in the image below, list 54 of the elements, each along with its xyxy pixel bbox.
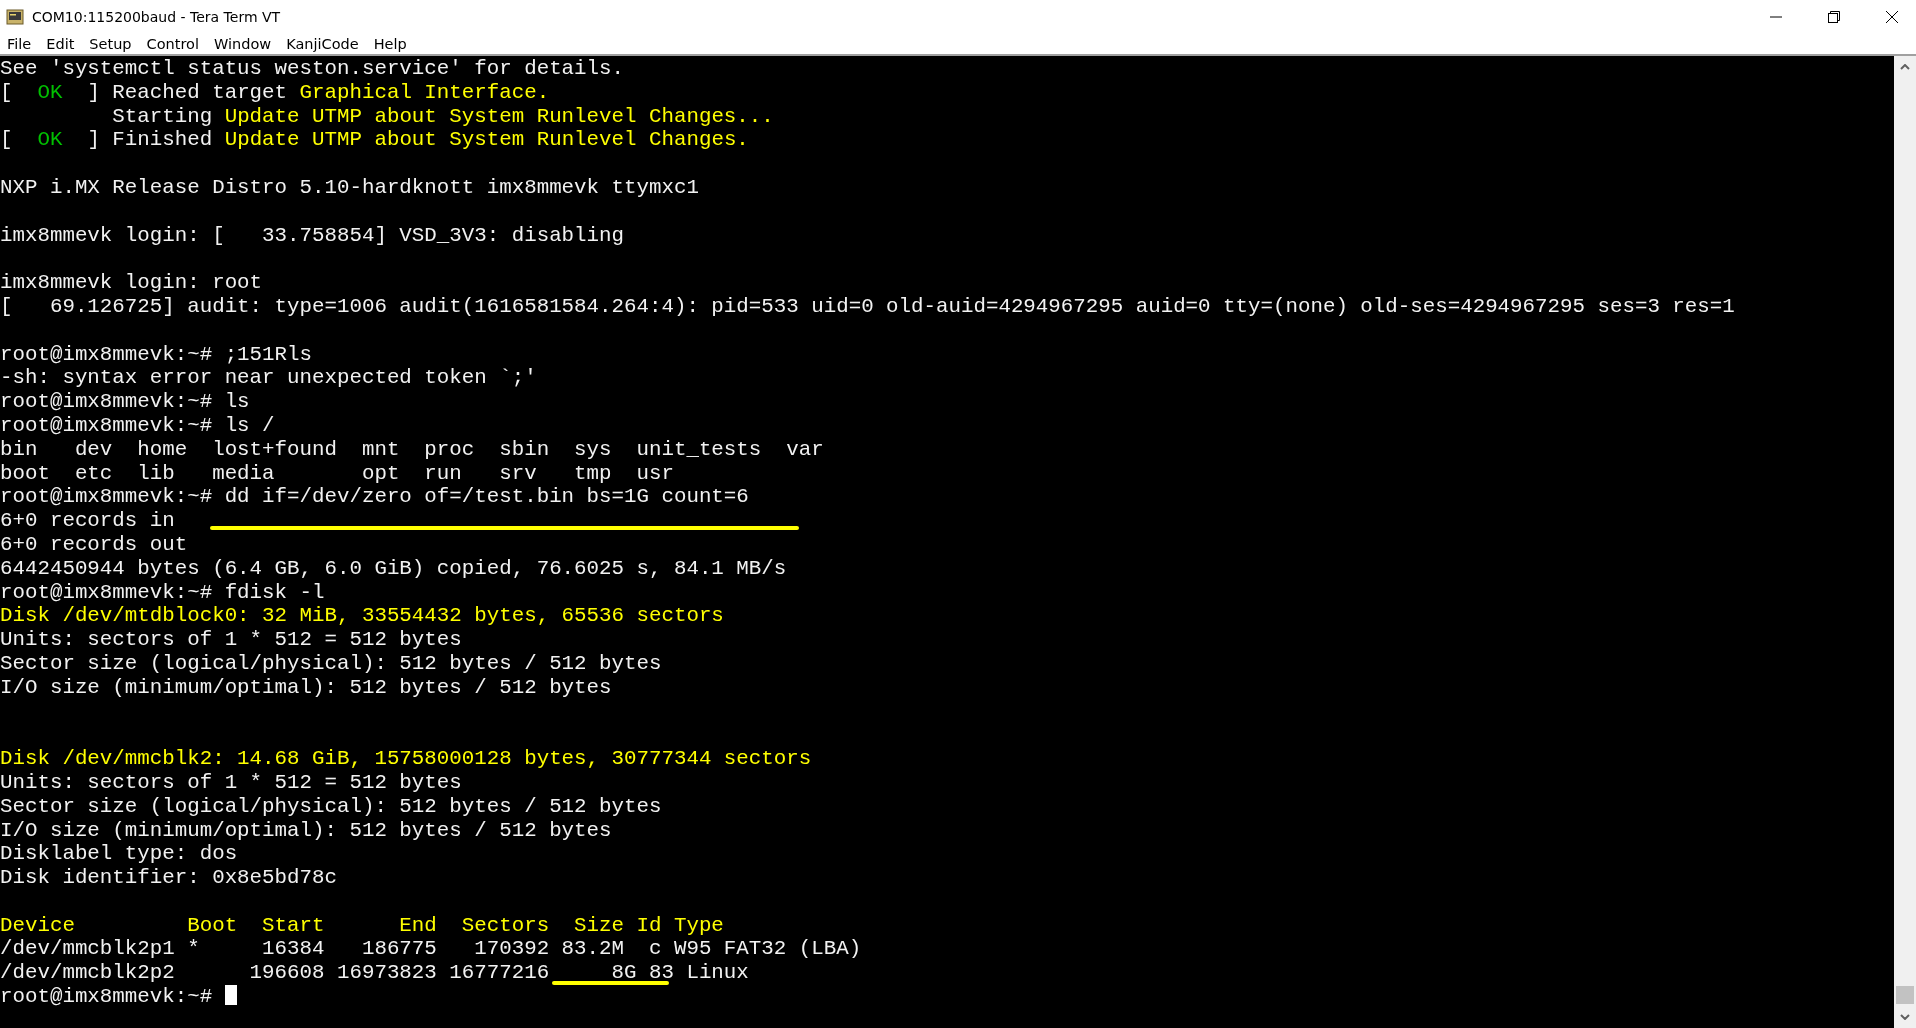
restore-icon	[1828, 11, 1840, 23]
menu-item[interactable]: Control	[139, 36, 206, 52]
terminal-text: Sector size (logical/physical): 512 bytes / 512 bytes	[0, 651, 662, 675]
close-icon	[1886, 11, 1898, 23]
highlighted-text: Disk /dev/mmcblk2: 14.68 GiB, 15758000128 bytes, 30777344 sectors	[0, 747, 812, 771]
scroll-down-icon[interactable]	[1900, 1014, 1910, 1020]
terminal-text: /dev/mmcblk2p1 * 16384 186775 170392 83.2M c W95 FAT32 (LBA)	[0, 937, 862, 961]
terminal-text: Units: sectors of 1 * 512 = 512 bytes	[0, 628, 462, 652]
terminal-text: See 'systemctl status weston.service' for details.	[0, 57, 624, 80]
terminal-text: root@imx8mmevk:~# ;151Rls	[0, 342, 312, 366]
terminal-text: Units: sectors of 1 * 512 = 512 bytes	[0, 770, 462, 794]
highlighted-text: Disk /dev/mtdblock0: 32 MiB, 33554432 bytes, 65536 sectors	[0, 604, 724, 628]
terminal-text: /dev/mmcblk2p2 196608 16973823 16777216 8G 83 Linux	[0, 961, 749, 985]
highlighted-text: Graphical Interface.	[299, 80, 550, 104]
scrollbar-thumb[interactable]	[1896, 986, 1914, 1004]
menu-item[interactable]: Window	[207, 36, 279, 52]
terminal-text: boot etc lib media opt run srv tmp usr	[0, 461, 674, 485]
terminal-text: root@imx8mmevk:~#	[0, 985, 214, 1009]
menu-item[interactable]: Edit	[39, 36, 82, 52]
menu-item[interactable]: Help	[366, 36, 414, 52]
terminal-text: [	[0, 80, 14, 104]
terminal-text: I/O size (minimum/optimal): 512 bytes / 512 bytes	[0, 818, 612, 842]
status-ok-text: OK	[37, 128, 63, 152]
terminal-text: [ 69.126725] audit: type=1006 audit(1616581584.264:4): pid=533 uid=0 old-auid=4294967295 auid=0 tty=(none) old-ses=4294967295 ses=3 res=1	[0, 294, 1735, 318]
terminal-text: ] Reached target	[86, 80, 289, 104]
terminal-text: NXP i.MX Release Distro 5.10-hardknott imx8mmevk ttymxc1	[0, 176, 699, 199]
terminal-text: root@imx8mmevk:~# ls	[0, 390, 250, 414]
highlighted-text: Update UTMP about System Runlevel Changes...	[224, 104, 774, 128]
menu-item[interactable]: KanjiCode	[279, 36, 366, 52]
terminal-text: 6+0 records in	[0, 509, 175, 533]
terminal-text: imx8mmevk login: [ 33.758854] VSD_3V3: disabling	[0, 223, 624, 247]
menu-item[interactable]: Setup	[82, 36, 139, 52]
menu-item[interactable]: File	[0, 36, 39, 52]
terminal-text: imx8mmevk login: root	[0, 271, 263, 295]
scroll-up-icon[interactable]	[1900, 64, 1910, 70]
status-ok-text: OK	[37, 80, 63, 104]
terminal-text: -sh: syntax error near unexpected token `;'	[0, 366, 537, 390]
terminal-text: root@imx8mmevk:~# dd if=/dev/zero of=/test.bin bs=1G count=6	[0, 485, 749, 509]
window-title: COM10:115200baud - Tera Term VT	[32, 9, 282, 25]
terminal-text: Sector size (logical/physical): 512 bytes / 512 bytes	[0, 794, 662, 818]
terminal-text: I/O size (minimum/optimal): 512 bytes / 512 bytes	[0, 675, 612, 699]
terminal-text: 6442450944 bytes (6.4 GB, 6.0 GiB) copied, 76.6025 s, 84.1 MB/s	[0, 556, 787, 580]
terminal-text: Disk identifier: 0x8e5bd78c	[0, 866, 337, 890]
terminal-text: root@imx8mmevk:~# fdisk -l	[0, 580, 325, 604]
terminal-text: bin dev home lost+found mnt proc sbin sys unit_tests var	[0, 437, 824, 461]
terminal-text: [	[0, 128, 14, 152]
terminal-text: Disklabel type: dos	[0, 842, 238, 866]
highlighted-text: Update UTMP about System Runlevel Changes.	[224, 128, 749, 152]
terminal-text: Starting	[111, 104, 214, 128]
terminal-text: 6+0 records out	[0, 532, 188, 556]
app-icon	[6, 8, 24, 26]
highlighted-text: Device Boot Start End Sectors Size Id Type	[0, 913, 724, 937]
terminal-text: ] Finished	[86, 128, 214, 152]
terminal-text: root@imx8mmevk:~# ls /	[0, 413, 275, 437]
